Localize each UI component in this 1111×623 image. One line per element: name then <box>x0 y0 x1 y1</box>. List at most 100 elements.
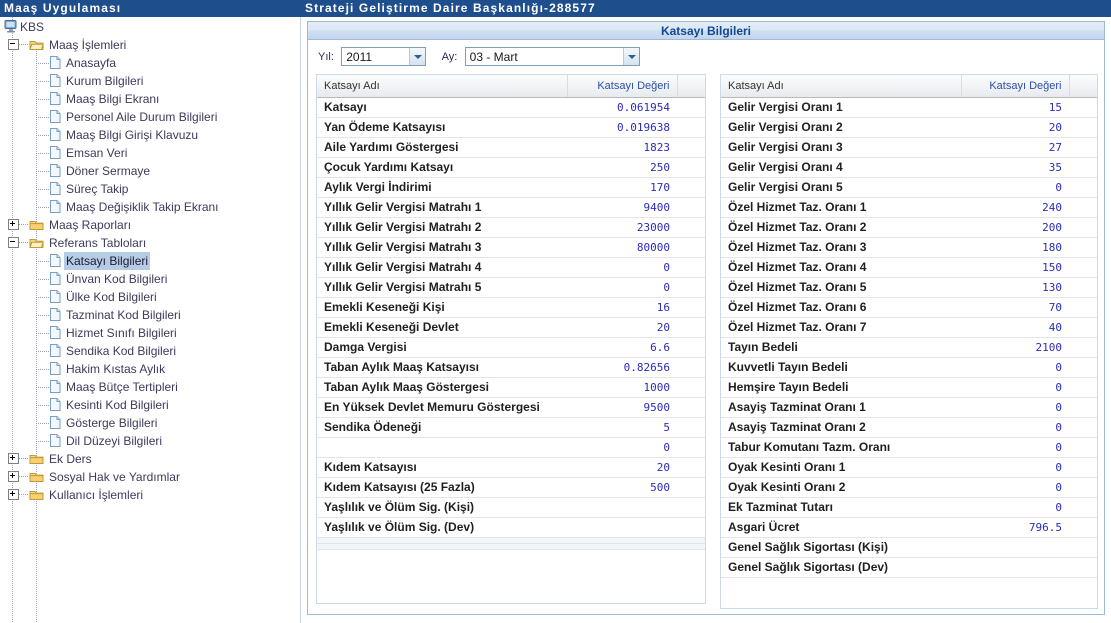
table-row[interactable]: Damga Vergisi 6.6 <box>317 337 705 358</box>
column-header-name[interactable]: Katsayı Adı <box>721 75 962 98</box>
table-row[interactable]: Özel Hizmet Taz. Oranı 1 240 <box>721 197 1097 218</box>
collapse-minus-icon[interactable] <box>8 38 19 50</box>
month-select[interactable]: 03 - Mart <box>464 47 640 66</box>
table-row[interactable]: Yaşlılık ve Ölüm Sig. (Kişi) <box>317 497 705 518</box>
table-row[interactable]: Kuvvetli Tayın Bedeli 0 <box>721 357 1097 378</box>
table-row[interactable]: Özel Hizmet Taz. Oranı 5 130 <box>721 277 1097 298</box>
table-row[interactable]: Emekli Keseneği Devlet 20 <box>317 317 705 338</box>
tree-node-ek-ders[interactable]: Ek Ders <box>0 449 300 467</box>
table-row[interactable]: Yıllık Gelir Vergisi Matrahı 3 80000 <box>317 237 705 258</box>
table-row[interactable]: Gelir Vergisi Oranı 1 15 <box>721 97 1097 118</box>
katsayi-grid-right[interactable]: Katsayı Adı Katsayı Değeri Gelir Vergisi … <box>720 74 1098 609</box>
tree-node-d-ner-sermaye[interactable]: Döner Sermaye <box>0 161 300 179</box>
table-row[interactable]: 0 <box>317 437 705 458</box>
tree-node-label: Referans Tabloları <box>49 235 147 250</box>
table-row[interactable]: Oyak Kesinti Oranı 20 <box>721 477 1097 498</box>
table-row[interactable]: Aile Yardımı Göstergesi 1823 <box>317 137 705 158</box>
tree-node-kurum-bilgileri[interactable]: Kurum Bilgileri <box>0 71 300 89</box>
table-row[interactable]: Özel Hizmet Taz. Oranı 2 200 <box>721 217 1097 238</box>
tree-node-personel-aile-durum-bilgileri[interactable]: Personel Aile Durum Bilgileri <box>0 107 300 125</box>
tree-node-tazminat-kod-bilgileri[interactable]: Tazminat Kod Bilgileri <box>0 305 300 323</box>
tree-node-maa-i-lemleri[interactable]: Maaş İşlemleri <box>0 35 300 53</box>
expand-plus-icon[interactable] <box>8 218 19 230</box>
table-row[interactable]: Özel Hizmet Taz. Oranı 4 150 <box>721 257 1097 278</box>
tree-node-hizmet-s-n-f-bilgileri[interactable]: Hizmet Sınıfı Bilgileri <box>0 323 300 341</box>
column-header-name[interactable]: Katsayı Adı <box>317 75 568 98</box>
tree-node-sendika-kod-bilgileri[interactable]: Sendika Kod Bilgileri <box>0 341 300 359</box>
table-body[interactable]: Katsayı 0.061954 Yan Ödeme Katsayısı 0.0196… <box>317 97 705 550</box>
folder-icon <box>29 488 44 501</box>
navigation-tree-pane[interactable]: KBS Maaş İşlemleri Anasayfa Kurum Bilgileri… <box>0 17 300 623</box>
column-header-value[interactable]: Katsayı Değeri <box>567 75 678 98</box>
table-row[interactable]: En Yüksek Devlet Memuru Göstergesi 9500 <box>317 397 705 418</box>
tree-node-anasayfa[interactable]: Anasayfa <box>0 53 300 71</box>
tree-node-maa-b-t-e-tertipleri[interactable]: Maaş Bütçe Tertipleri <box>0 377 300 395</box>
tree-node-katsay-bilgileri[interactable]: Katsayı Bilgileri <box>0 251 300 270</box>
table-row[interactable]: Tayın Bedeli 2100 <box>721 337 1097 358</box>
cell-spacer <box>1069 97 1097 118</box>
expand-plus-icon[interactable] <box>8 452 19 464</box>
tree-node-maa-bilgi-ekran[interactable]: Maaş Bilgi Ekranı <box>0 89 300 107</box>
table-row[interactable]: Özel Hizmet Taz. Oranı 3 180 <box>721 237 1097 258</box>
expand-plus-icon[interactable] <box>8 488 19 500</box>
table-row[interactable]: Taban Aylık Maaş Katsayısı 0.82656 <box>317 357 705 378</box>
table-row[interactable]: Oyak Kesinti Oranı 10 <box>721 457 1097 478</box>
table-row[interactable]: Taban Aylık Maaş Göstergesi 1000 <box>317 377 705 398</box>
chevron-down-icon[interactable] <box>409 48 426 65</box>
table-row[interactable]: Asayiş Tazminat Oranı 10 <box>721 397 1097 418</box>
tree-node-label: Ülke Kod Bilgileri <box>66 289 157 304</box>
year-select[interactable]: 2011 <box>341 47 427 66</box>
folder-open-icon <box>29 236 44 249</box>
table-row[interactable]: Yıllık Gelir Vergisi Matrahı 1 9400 <box>317 197 705 218</box>
table-row[interactable]: Asayiş Tazminat Oranı 20 <box>721 417 1097 438</box>
tree-node-label: Kurum Bilgileri <box>66 73 144 88</box>
table-row[interactable]: Tabur Komutanı Tazm. Oranı 0 <box>721 437 1097 458</box>
table-row[interactable]: Hemşire Tayın Bedeli 0 <box>721 377 1097 398</box>
table-row[interactable]: Genel Sağlık Sigortası (Dev) <box>721 557 1097 578</box>
table-row[interactable]: Asgari Ücret 796.5 <box>721 517 1097 538</box>
table-row[interactable]: Kıdem Katsayısı (25 Fazla) 500 <box>317 477 705 498</box>
table-row[interactable]: Çocuk Yardımı Katsayı 250 <box>317 157 705 178</box>
table-row[interactable]: Kıdem Katsayısı 20 <box>317 457 705 478</box>
table-row[interactable]: Gelir Vergisi Oranı 2 20 <box>721 117 1097 138</box>
tree-node-hakim-k-stas-ayl-k[interactable]: Hakim Kıstas Aylık <box>0 359 300 377</box>
table-row[interactable]: Yıllık Gelir Vergisi Matrahı 50 <box>317 277 705 298</box>
tree-node-referans-tablolar[interactable]: Referans Tabloları <box>0 233 300 251</box>
expand-plus-icon[interactable] <box>8 470 19 482</box>
table-row[interactable]: Gelir Vergisi Oranı 50 <box>721 177 1097 198</box>
tree-node-g-sterge-bilgileri[interactable]: Gösterge Bilgileri <box>0 413 300 431</box>
tree-node-kesinti-kod-bilgileri[interactable]: Kesinti Kod Bilgileri <box>0 395 300 413</box>
table-body[interactable]: Gelir Vergisi Oranı 1 15 Gelir Vergisi Ora… <box>721 97 1097 578</box>
table-row[interactable]: Yaşlılık ve Ölüm Sig. (Dev) <box>317 517 705 538</box>
tree-node-maa-de-i-iklik-takip-ekran[interactable]: Maaş Değişiklik Takip Ekranı <box>0 197 300 215</box>
tree-node-kullan-c-i-lemleri[interactable]: Kullanıcı İşlemleri <box>0 485 300 503</box>
collapse-minus-icon[interactable] <box>8 236 19 248</box>
table-row[interactable]: Ek Tazminat Tutarı 0 <box>721 497 1097 518</box>
table-row[interactable]: Genel Sağlık Sigortası (Kişi) <box>721 537 1097 558</box>
tree-node-s-re-takip[interactable]: Süreç Takip <box>0 179 300 197</box>
column-header-value[interactable]: Katsayı Değeri <box>961 75 1070 98</box>
table-row[interactable]: Katsayı 0.061954 <box>317 97 705 118</box>
tree-root-kbs[interactable]: KBS <box>0 17 300 35</box>
tree-node-dil-d-zeyi-bilgileri[interactable]: Dil Düzeyi Bilgileri <box>0 431 300 449</box>
table-row[interactable]: Yıllık Gelir Vergisi Matrahı 40 <box>317 257 705 278</box>
katsayi-grid-left[interactable]: Katsayı Adı Katsayı Değeri Katsayı 0.06195… <box>316 74 706 604</box>
chevron-down-icon[interactable] <box>622 48 639 65</box>
tree-node-lke-kod-bilgileri[interactable]: Ülke Kod Bilgileri <box>0 287 300 305</box>
table-row[interactable]: Aylık Vergi İndirimi 170 <box>317 177 705 198</box>
table-row[interactable]: Emekli Keseneği Kişi 16 <box>317 297 705 318</box>
tree-node-maa-raporlar[interactable]: Maaş Raporları <box>0 215 300 233</box>
tree-node-emsan-veri[interactable]: Emsan Veri <box>0 143 300 161</box>
tree-node-nvan-kod-bilgileri[interactable]: Ünvan Kod Bilgileri <box>0 269 300 287</box>
tree-node-list[interactable]: KBS Maaş İşlemleri Anasayfa Kurum Bilgileri… <box>0 17 300 503</box>
tree-node-maa-bilgi-giri-i-klavuzu[interactable]: Maaş Bilgi Girişi Klavuzu <box>0 125 300 143</box>
table-row[interactable]: Sendika Ödeneği 5 <box>317 417 705 438</box>
table-row[interactable]: Yan Ödeme Katsayısı 0.019638 <box>317 117 705 138</box>
filter-bar[interactable]: Yıl: 2011 Ay: 03 - Mart <box>308 41 1104 71</box>
table-row[interactable]: Gelir Vergisi Oranı 4 35 <box>721 157 1097 178</box>
tree-node-sosyal-hak-ve-yard-mlar[interactable]: Sosyal Hak ve Yardımlar <box>0 467 300 485</box>
table-row[interactable]: Özel Hizmet Taz. Oranı 7 40 <box>721 317 1097 338</box>
table-row[interactable]: Özel Hizmet Taz. Oranı 6 70 <box>721 297 1097 318</box>
table-row[interactable]: Gelir Vergisi Oranı 3 27 <box>721 137 1097 158</box>
table-row[interactable]: Yıllık Gelir Vergisi Matrahı 2 23000 <box>317 217 705 238</box>
